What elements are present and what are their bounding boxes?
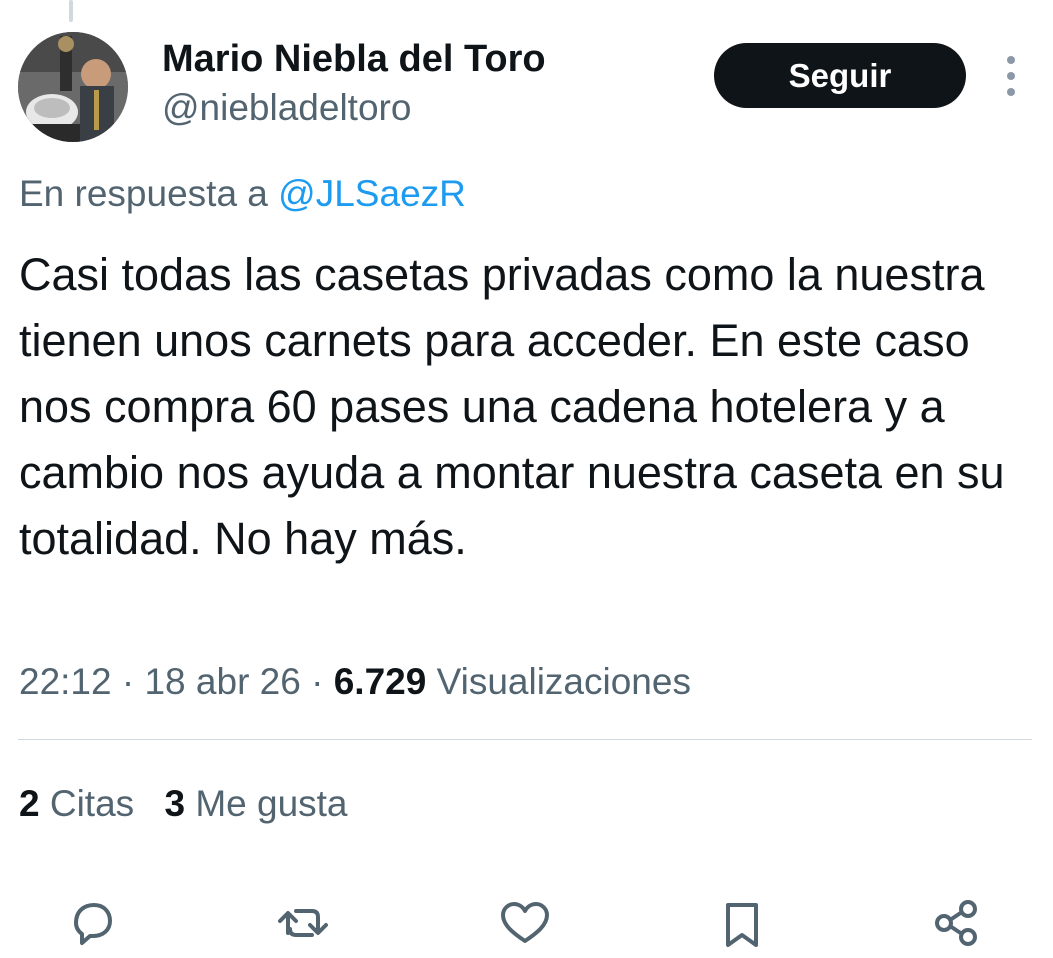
author-name[interactable]: Mario Niebla del Toro [162,36,546,82]
reply-button[interactable] [62,893,122,953]
reply-prefix: En respuesta a [19,173,268,214]
author-handle[interactable]: @niebladeltoro [162,86,411,130]
likes-count: 3 [164,783,186,824]
thread-connector-line [69,0,73,22]
tweet-date[interactable]: 18 abr 26 [144,661,300,702]
follow-button[interactable]: Seguir [714,43,966,108]
more-vertical-icon-dot [1007,88,1015,96]
reply-icon [74,903,112,945]
quotes-stat[interactable]: 2 Citas [19,783,144,824]
retweet-button[interactable] [274,893,334,953]
more-options-button[interactable] [996,56,1026,96]
quotes-label: Citas [49,783,135,824]
tweet-metadata: 22:12 · 18 abr 26 · 6.729 Visualizacione… [19,658,691,706]
avatar-photo [18,32,128,142]
divider [18,739,1032,740]
more-vertical-icon-dot [1007,72,1015,80]
bookmark-button[interactable] [712,893,772,953]
quotes-count: 2 [19,783,40,824]
like-button[interactable] [495,893,555,953]
reply-mention-link[interactable]: @JLSaezR [278,173,466,214]
heart-icon [501,902,549,943]
share-button[interactable] [928,893,988,953]
likes-label: Me gusta [195,783,348,824]
likes-stat[interactable]: 3 Me gusta [164,783,347,824]
meta-separator: · [311,661,324,702]
tweet-text: Casi todas las casetas privadas como la … [19,249,1005,564]
views-count: 6.729 [333,661,427,702]
views-label: Visualizaciones [436,661,691,702]
author-avatar[interactable] [18,32,128,142]
engagement-stats: 2 Citas 3 Me gusta [19,780,348,828]
tweet-time[interactable]: 22:12 [19,661,112,702]
more-vertical-icon [1007,56,1015,64]
tweet-action-bar [0,893,1053,947]
reply-context: En respuesta a @JLSaezR [19,172,466,216]
meta-separator: · [121,661,135,702]
retweet-icon [278,909,328,937]
bookmark-icon [726,903,758,947]
share-icon [935,900,977,946]
